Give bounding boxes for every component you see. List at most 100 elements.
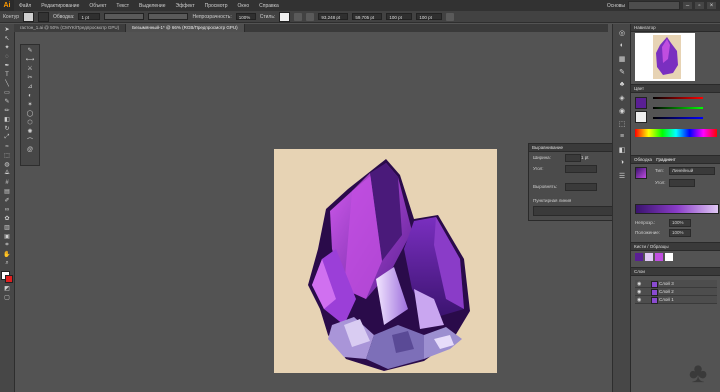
transform-icon[interactable] — [306, 12, 315, 21]
y-field[interactable]: 59,705 pt — [352, 13, 383, 20]
tab-stroke[interactable]: Обводка — [634, 157, 652, 162]
fill-swatch[interactable] — [23, 11, 35, 22]
gradient-tool-icon[interactable]: ▤ — [3, 188, 11, 195]
menu-view[interactable]: Просмотр — [200, 3, 233, 9]
menu-file[interactable]: Файл — [14, 3, 36, 9]
gradient-opacity-field[interactable]: 100% — [669, 219, 691, 227]
eye-icon[interactable]: ◉ — [637, 289, 641, 296]
color-icon[interactable]: ◐ — [618, 41, 627, 50]
fill-color-swatch[interactable] — [635, 97, 647, 109]
layer-row[interactable]: ◉ Слой 3 — [635, 280, 717, 288]
appearance-icon[interactable]: ◉ — [618, 106, 627, 115]
spiral-tool-icon[interactable]: @ — [26, 146, 34, 153]
gradient-preview[interactable] — [635, 167, 647, 179]
paintbrush-tool-icon[interactable]: ✎ — [26, 47, 34, 54]
menu-help[interactable]: Справка — [254, 3, 284, 9]
gradient-slider[interactable] — [635, 204, 719, 214]
gradient-type-dropdown[interactable]: Линейный — [669, 167, 715, 175]
swatch-4[interactable] — [665, 253, 673, 261]
shape-builder-tool-icon[interactable]: ◍ — [3, 161, 11, 168]
draw-mode-icon[interactable]: ◩ — [3, 285, 11, 292]
blend-tool-icon[interactable]: ∞ — [3, 206, 11, 213]
magic-wand-tool-icon[interactable]: ✦ — [3, 44, 11, 51]
x-field[interactable]: 93,248 pt — [318, 13, 349, 20]
corner-buttons[interactable] — [565, 165, 597, 173]
screen-mode-icon[interactable]: ▢ — [3, 294, 11, 301]
symbol-sprayer-tool-icon[interactable]: ✿ — [3, 215, 11, 222]
color-spectrum[interactable] — [635, 129, 717, 137]
eye-icon[interactable]: ◉ — [637, 281, 641, 288]
style-swatch[interactable] — [279, 11, 291, 22]
menu-type[interactable]: Текст — [111, 3, 134, 9]
swatch-1[interactable] — [635, 253, 643, 261]
live-paint-tool-icon[interactable]: ◐ — [26, 92, 34, 99]
layer-row[interactable]: ◉ Слой 1 — [635, 296, 717, 304]
brush-dropdown[interactable] — [148, 13, 189, 20]
stroke-color-swatch[interactable] — [635, 111, 647, 123]
minimize-button[interactable]: – — [683, 2, 692, 9]
transparency-icon[interactable]: ◑ — [618, 158, 627, 167]
warp-tool-icon[interactable]: ≈ — [3, 143, 11, 150]
eyedropper-tool-icon[interactable]: ✐ — [3, 197, 11, 204]
selection-tool-icon[interactable]: ➤ — [3, 26, 11, 33]
eye-icon[interactable]: ◉ — [637, 297, 641, 304]
line-tool-icon[interactable]: ╲ — [3, 80, 11, 87]
transform-icon[interactable]: ⬚ — [618, 119, 627, 128]
menu-effect[interactable]: Эффект — [171, 3, 200, 9]
dashed-line-checkbox[interactable]: Пунктирная линия — [533, 198, 571, 203]
align-stroke-buttons[interactable] — [565, 183, 597, 191]
width-field[interactable]: 100 pt — [386, 13, 413, 20]
blue-slider[interactable] — [653, 117, 703, 119]
stroke-swatch[interactable] — [38, 11, 50, 22]
swatch-2[interactable] — [645, 253, 653, 261]
scissors-tool-icon[interactable]: ✂ — [26, 74, 34, 81]
close-button[interactable]: × — [707, 2, 716, 9]
tab-document-2[interactable]: Безымянный-1* @ 66% (RGB/Предпросмотр GP… — [126, 24, 245, 32]
green-slider[interactable] — [653, 107, 703, 109]
pencil-tool-icon[interactable]: ✏ — [3, 107, 11, 114]
arc-tool-icon[interactable]: ⌒ — [26, 137, 34, 145]
slice-tool-icon[interactable]: ⌗ — [3, 242, 11, 249]
lasso-tool-icon[interactable]: ◌ — [3, 53, 11, 60]
type-tool-icon[interactable]: T — [3, 71, 11, 78]
eraser-tool-icon[interactable]: ◧ — [3, 116, 11, 123]
menu-object[interactable]: Объект — [84, 3, 111, 9]
polygon-tool-icon[interactable]: ⬡ — [26, 119, 34, 126]
mesh-tool-icon[interactable]: # — [3, 179, 11, 186]
width-tool-icon[interactable]: ⟷ — [26, 56, 35, 63]
fill-stroke-icon[interactable] — [1, 271, 13, 283]
artboard[interactable] — [274, 149, 497, 373]
maximize-button[interactable]: ▫ — [695, 2, 704, 9]
red-slider[interactable] — [653, 97, 703, 99]
navigator-preview[interactable] — [635, 33, 695, 81]
layers-icon[interactable]: ☰ — [618, 171, 627, 180]
tab-gradient[interactable]: Градиент — [656, 157, 675, 162]
gradient-location-field[interactable]: 100% — [669, 229, 691, 237]
variable-width-dropdown[interactable] — [104, 13, 145, 20]
opacity-field[interactable]: 100% — [235, 13, 256, 20]
pen-tool-icon[interactable]: ✒ — [3, 62, 11, 69]
graph-tool-icon[interactable]: ▥ — [3, 224, 11, 231]
artboard-tool-icon[interactable]: ▣ — [3, 233, 11, 240]
graphic-styles-icon[interactable]: ◈ — [618, 93, 627, 102]
swatches-icon[interactable]: ▦ — [618, 54, 627, 63]
brushes-icon[interactable]: ✎ — [618, 67, 627, 76]
zoom-tool-icon[interactable]: ⌕ — [3, 260, 11, 267]
menu-window[interactable]: Окно — [233, 3, 255, 9]
tab-document-1[interactable]: гастон_1.ai @ 50% (CMYK/Предпросмотр GPU… — [14, 24, 127, 32]
perspective-tool-icon[interactable]: ⟁ — [3, 170, 11, 177]
ellipse-tool-icon[interactable]: ◯ — [26, 110, 34, 117]
menu-select[interactable]: Выделение — [134, 3, 171, 9]
navigator-icon[interactable]: ◎ — [618, 28, 627, 37]
pathfinder-icon[interactable]: ◧ — [618, 145, 627, 154]
rectangle-tool-icon[interactable]: ▭ — [3, 89, 11, 96]
star-tool-icon[interactable]: ✶ — [26, 101, 34, 108]
height-field[interactable]: 100 pt — [416, 13, 443, 20]
menu-edit[interactable]: Редактирование — [36, 3, 84, 9]
rotate-tool-icon[interactable]: ↻ — [3, 125, 11, 132]
search-input[interactable] — [628, 1, 680, 10]
stroke-width-field[interactable] — [565, 154, 581, 162]
measure-tool-icon[interactable]: ⊿ — [26, 83, 34, 90]
swatch-3[interactable] — [655, 253, 663, 261]
brush-tool-icon[interactable]: ✎ — [3, 98, 11, 105]
